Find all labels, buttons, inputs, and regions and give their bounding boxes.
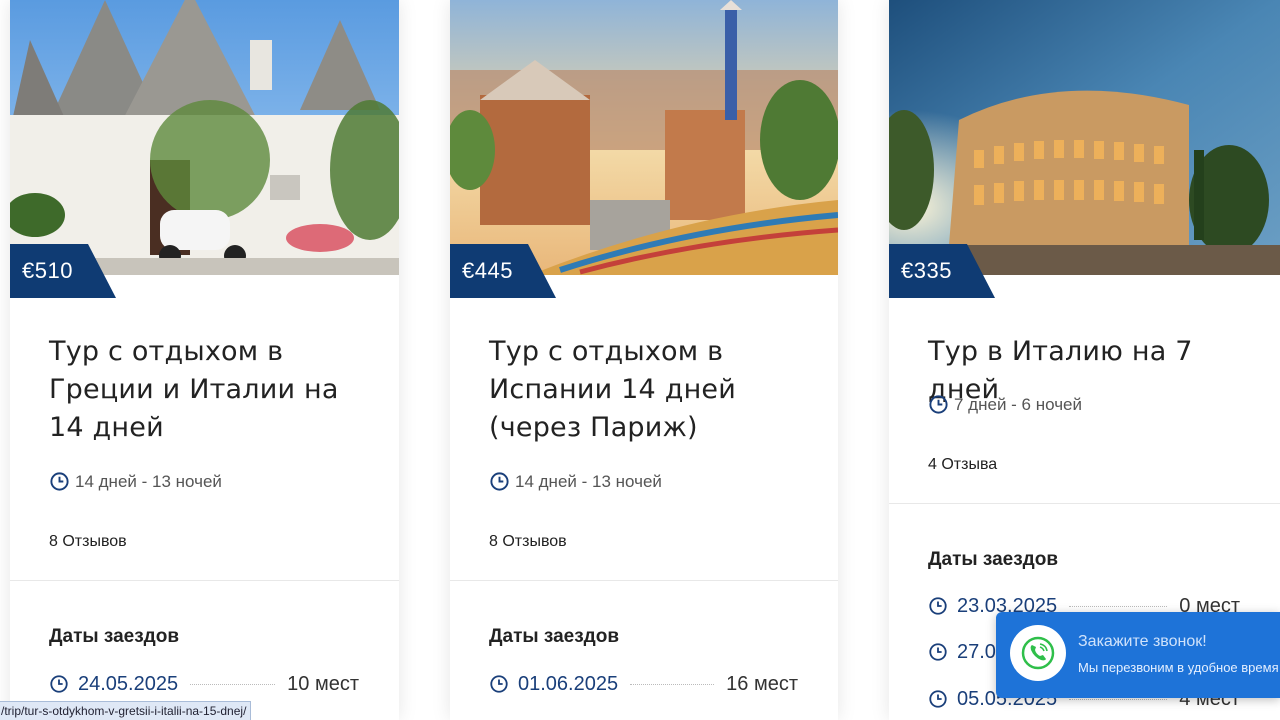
- callback-title: Закажите звонок!: [1078, 633, 1207, 650]
- callback-subtitle: Мы перезвоним в удобное время: [1078, 660, 1279, 675]
- duration-label: 7 дней - 6 ночей: [954, 394, 1082, 414]
- clock-icon: [929, 597, 947, 615]
- seats-value: 10 мест: [287, 672, 359, 695]
- seats-value: 16 мест: [726, 672, 798, 695]
- divider: [10, 580, 399, 581]
- date-row[interactable]: 01.06.2025 16 мест: [489, 670, 798, 698]
- tour-title[interactable]: Тур с отдыхом в Испании 14 дней (через П…: [489, 333, 809, 447]
- clock-icon: [50, 472, 69, 491]
- clock-icon: [929, 690, 947, 708]
- divider: [450, 580, 838, 581]
- tour-duration: 14 дней - 13 ночей: [49, 471, 222, 492]
- tour-card[interactable]: €445 Тур с отдыхом в Испании 14 дней (че…: [450, 0, 838, 720]
- tour-photo-park-guell[interactable]: [450, 0, 838, 275]
- price-value: €445: [462, 258, 513, 283]
- dotted-leader: [1069, 605, 1168, 607]
- phone-call-button[interactable]: [1010, 625, 1066, 681]
- clock-icon: [50, 675, 68, 693]
- clock-icon: [929, 643, 947, 661]
- price-value: €510: [22, 258, 73, 283]
- dotted-leader: [1069, 698, 1168, 700]
- dates-heading: Даты заездов: [928, 549, 1059, 570]
- clock-icon: [490, 472, 509, 491]
- price-value: €335: [901, 258, 952, 283]
- reviews-count[interactable]: 8 Отзывов: [489, 533, 567, 551]
- callback-widget[interactable]: Закажите звонок! Мы перезвоним в удобное…: [996, 612, 1280, 698]
- tour-photo-colosseum[interactable]: [889, 0, 1280, 275]
- divider: [889, 503, 1280, 504]
- phone-icon: [1021, 636, 1055, 670]
- tour-duration: 7 дней - 6 ночей: [928, 394, 1082, 415]
- date-value: 24.05.2025: [78, 672, 179, 695]
- status-bar-url: /trip/tur-s-otdykhom-v-gretsii-i-italii-…: [0, 701, 252, 720]
- clock-icon: [929, 395, 948, 414]
- reviews-count[interactable]: 8 Отзывов: [49, 533, 127, 551]
- price-ribbon: €335: [889, 244, 996, 298]
- duration-label: 14 дней - 13 ночей: [515, 471, 662, 491]
- date-row[interactable]: 24.05.2025 10 мест: [49, 670, 359, 698]
- reviews-count[interactable]: 4 Отзыва: [928, 456, 997, 474]
- tour-photo-trulli[interactable]: [10, 0, 399, 275]
- clock-icon: [490, 675, 508, 693]
- tour-title[interactable]: Тур с отдыхом в Греции и Италии на 14 дн…: [49, 333, 369, 447]
- dates-heading: Даты заездов: [49, 626, 180, 647]
- tour-duration: 14 дней - 13 ночей: [489, 471, 662, 492]
- duration-label: 14 дней - 13 ночей: [75, 471, 222, 491]
- price-ribbon: €510: [10, 244, 117, 298]
- date-value: 01.06.2025: [518, 672, 619, 695]
- dotted-leader: [630, 683, 715, 685]
- price-ribbon: €445: [450, 244, 557, 298]
- dates-heading: Даты заездов: [489, 626, 620, 647]
- dotted-leader: [190, 683, 276, 685]
- tour-card[interactable]: €510 Тур с отдыхом в Греции и Италии на …: [10, 0, 399, 720]
